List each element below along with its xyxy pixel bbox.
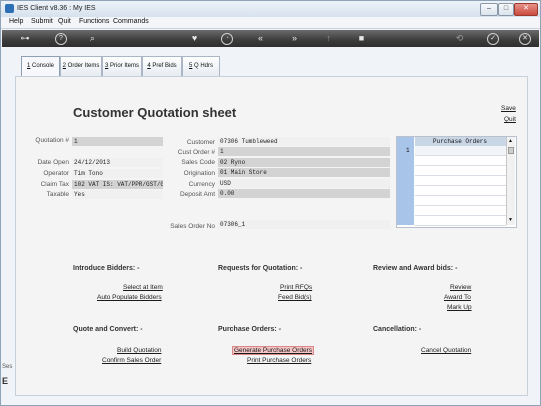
vertical-scrollbar[interactable]: ▲ ▼ [506, 137, 515, 225]
menu-bar: Help Submit Quit Functions Commands [1, 17, 540, 29]
save-link[interactable]: Save [501, 105, 516, 112]
close-icon[interactable]: ✕ [519, 33, 531, 45]
fast-forward-icon[interactable]: » [288, 32, 301, 45]
upload-icon[interactable]: ↑ [322, 32, 335, 45]
review-award-heading: Review and Award bids: - [373, 265, 458, 272]
claim-tax-label: Claim Tax [40, 181, 69, 188]
close-window-button[interactable]: ✕ [514, 3, 538, 16]
page-title: Customer Quotation sheet [73, 105, 237, 120]
quit-link[interactable]: Quit [504, 116, 516, 123]
taxable-label: Taxable [46, 191, 69, 198]
operator-field[interactable]: Tim Tono [72, 169, 163, 178]
sales-code-field[interactable]: 02 Ryno [218, 158, 390, 167]
heart-icon[interactable]: ♥ [188, 32, 201, 45]
sales-code-label: Sales Code [181, 159, 215, 166]
print-rfqs-link[interactable]: Print RFQs [280, 284, 312, 291]
date-open-field[interactable]: 24/12/2013 [72, 158, 163, 167]
currency-label: Currency [188, 181, 215, 188]
list-item[interactable] [415, 196, 506, 206]
quotation-label: Quotation # [35, 137, 69, 144]
tab-order-items[interactable]: 2 Order Items [60, 56, 102, 76]
row-gutter: 1 [397, 137, 414, 225]
list-item[interactable] [415, 216, 506, 226]
cust-order-label: Cust Order # [177, 149, 215, 156]
claim-tax-field[interactable]: 102 VAT IS: VAT/PPR/GST/G [72, 180, 163, 189]
scroll-down-icon[interactable]: ▼ [508, 217, 513, 223]
maximize-button[interactable]: □ [498, 3, 514, 16]
toolbar: ⊶ ? ⌕ ♥ ◔ « » ↑ ■ ⟲ ✓ ✕ [2, 30, 539, 47]
tab-console[interactable]: 1 Console [21, 56, 60, 77]
award-to-link[interactable]: Award To [444, 294, 471, 301]
search-icon[interactable]: ⌕ [86, 32, 99, 45]
key-icon[interactable]: ⊶ [16, 32, 34, 45]
generate-purchase-orders-link[interactable]: Generate Purchase Orders [232, 346, 315, 355]
scroll-thumb[interactable] [508, 147, 514, 154]
side-text-ses: Ses [2, 364, 13, 370]
app-window: IES Client v8.36 : My IES – □ ✕ Help Sub… [0, 0, 541, 406]
list-item[interactable] [415, 206, 506, 216]
menu-functions[interactable]: Functions [79, 18, 109, 25]
build-quotation-link[interactable]: Build Quotation [117, 347, 161, 354]
review-link[interactable]: Review [450, 284, 471, 291]
list-item[interactable] [415, 166, 506, 176]
list-item[interactable] [415, 146, 506, 156]
window-title: IES Client v8.36 : My IES [17, 5, 96, 12]
introduce-bidders-heading: Introduce Bidders: - [73, 265, 140, 272]
menu-commands[interactable]: Commands [113, 18, 149, 25]
mark-up-link[interactable]: Mark Up [447, 304, 472, 311]
refresh-icon[interactable]: ⟲ [453, 32, 466, 45]
quotation-field[interactable]: 1 [72, 137, 163, 146]
list-item[interactable] [415, 176, 506, 186]
minimize-button[interactable]: – [480, 3, 498, 16]
side-text-e: E [2, 376, 9, 386]
purchase-orders-header: Purchase Orders [415, 137, 506, 146]
tab-q-hdrs[interactable]: 5 Q Hdrs [182, 56, 220, 76]
taxable-field[interactable]: Yes [72, 190, 163, 199]
stop-icon[interactable]: ■ [355, 32, 368, 45]
tab-pref-bids[interactable]: 4 Pref Bids [142, 56, 182, 76]
list-item[interactable] [415, 156, 506, 166]
deposit-field[interactable]: 0.00 [218, 189, 390, 198]
cust-order-field[interactable]: 1 [218, 147, 390, 156]
date-open-label: Date Open [37, 159, 69, 166]
select-at-item-link[interactable]: Select at Item [123, 284, 163, 291]
rewind-icon[interactable]: « [254, 32, 267, 45]
auto-populate-bidders-link[interactable]: Auto Populate Bidders [97, 294, 162, 301]
menu-help[interactable]: Help [9, 18, 23, 25]
list-item[interactable] [415, 186, 506, 196]
app-icon [5, 4, 14, 13]
origination-field[interactable]: 01 Main Store [218, 168, 390, 177]
scroll-up-icon[interactable]: ▲ [508, 138, 513, 144]
purchase-orders-list[interactable]: 1 Purchase Orders ▲ ▼ [396, 136, 517, 228]
history-icon[interactable]: ◔ [221, 33, 233, 45]
tab-prior-items[interactable]: 3 Prior Items [102, 56, 142, 76]
quote-and-convert-heading: Quote and Convert: - [73, 326, 143, 333]
cancel-quotation-link[interactable]: Cancel Quotation [421, 347, 471, 354]
row-index: 1 [406, 147, 410, 154]
menu-quit[interactable]: Quit [58, 18, 71, 25]
sales-order-field[interactable]: 07306_1 [218, 220, 390, 229]
requests-for-quotation-heading: Requests for Quotation: - [218, 265, 303, 272]
operator-label: Operator [43, 170, 69, 177]
menu-submit[interactable]: Submit [31, 18, 53, 25]
confirm-sales-order-link[interactable]: Confirm Sales Order [102, 357, 161, 364]
cancellation-heading: Cancellation: - [373, 326, 422, 333]
customer-label: Customer [186, 139, 215, 146]
purchase-orders-heading: Purchase Orders: - [218, 326, 282, 333]
print-purchase-orders-link[interactable]: Print Purchase Orders [247, 357, 311, 364]
sales-order-label: Sales Order No [170, 223, 215, 230]
customer-field[interactable]: 07306 Tumbleweed [218, 137, 390, 146]
confirm-icon[interactable]: ✓ [487, 33, 499, 45]
deposit-label: Deposit Amt [179, 191, 215, 198]
feed-bids-link[interactable]: Feed Bid(s) [278, 294, 312, 301]
origination-label: Origination [183, 170, 215, 177]
currency-field[interactable]: USD [218, 179, 390, 188]
help-icon[interactable]: ? [55, 33, 67, 45]
title-bar: IES Client v8.36 : My IES – □ ✕ [1, 1, 540, 17]
